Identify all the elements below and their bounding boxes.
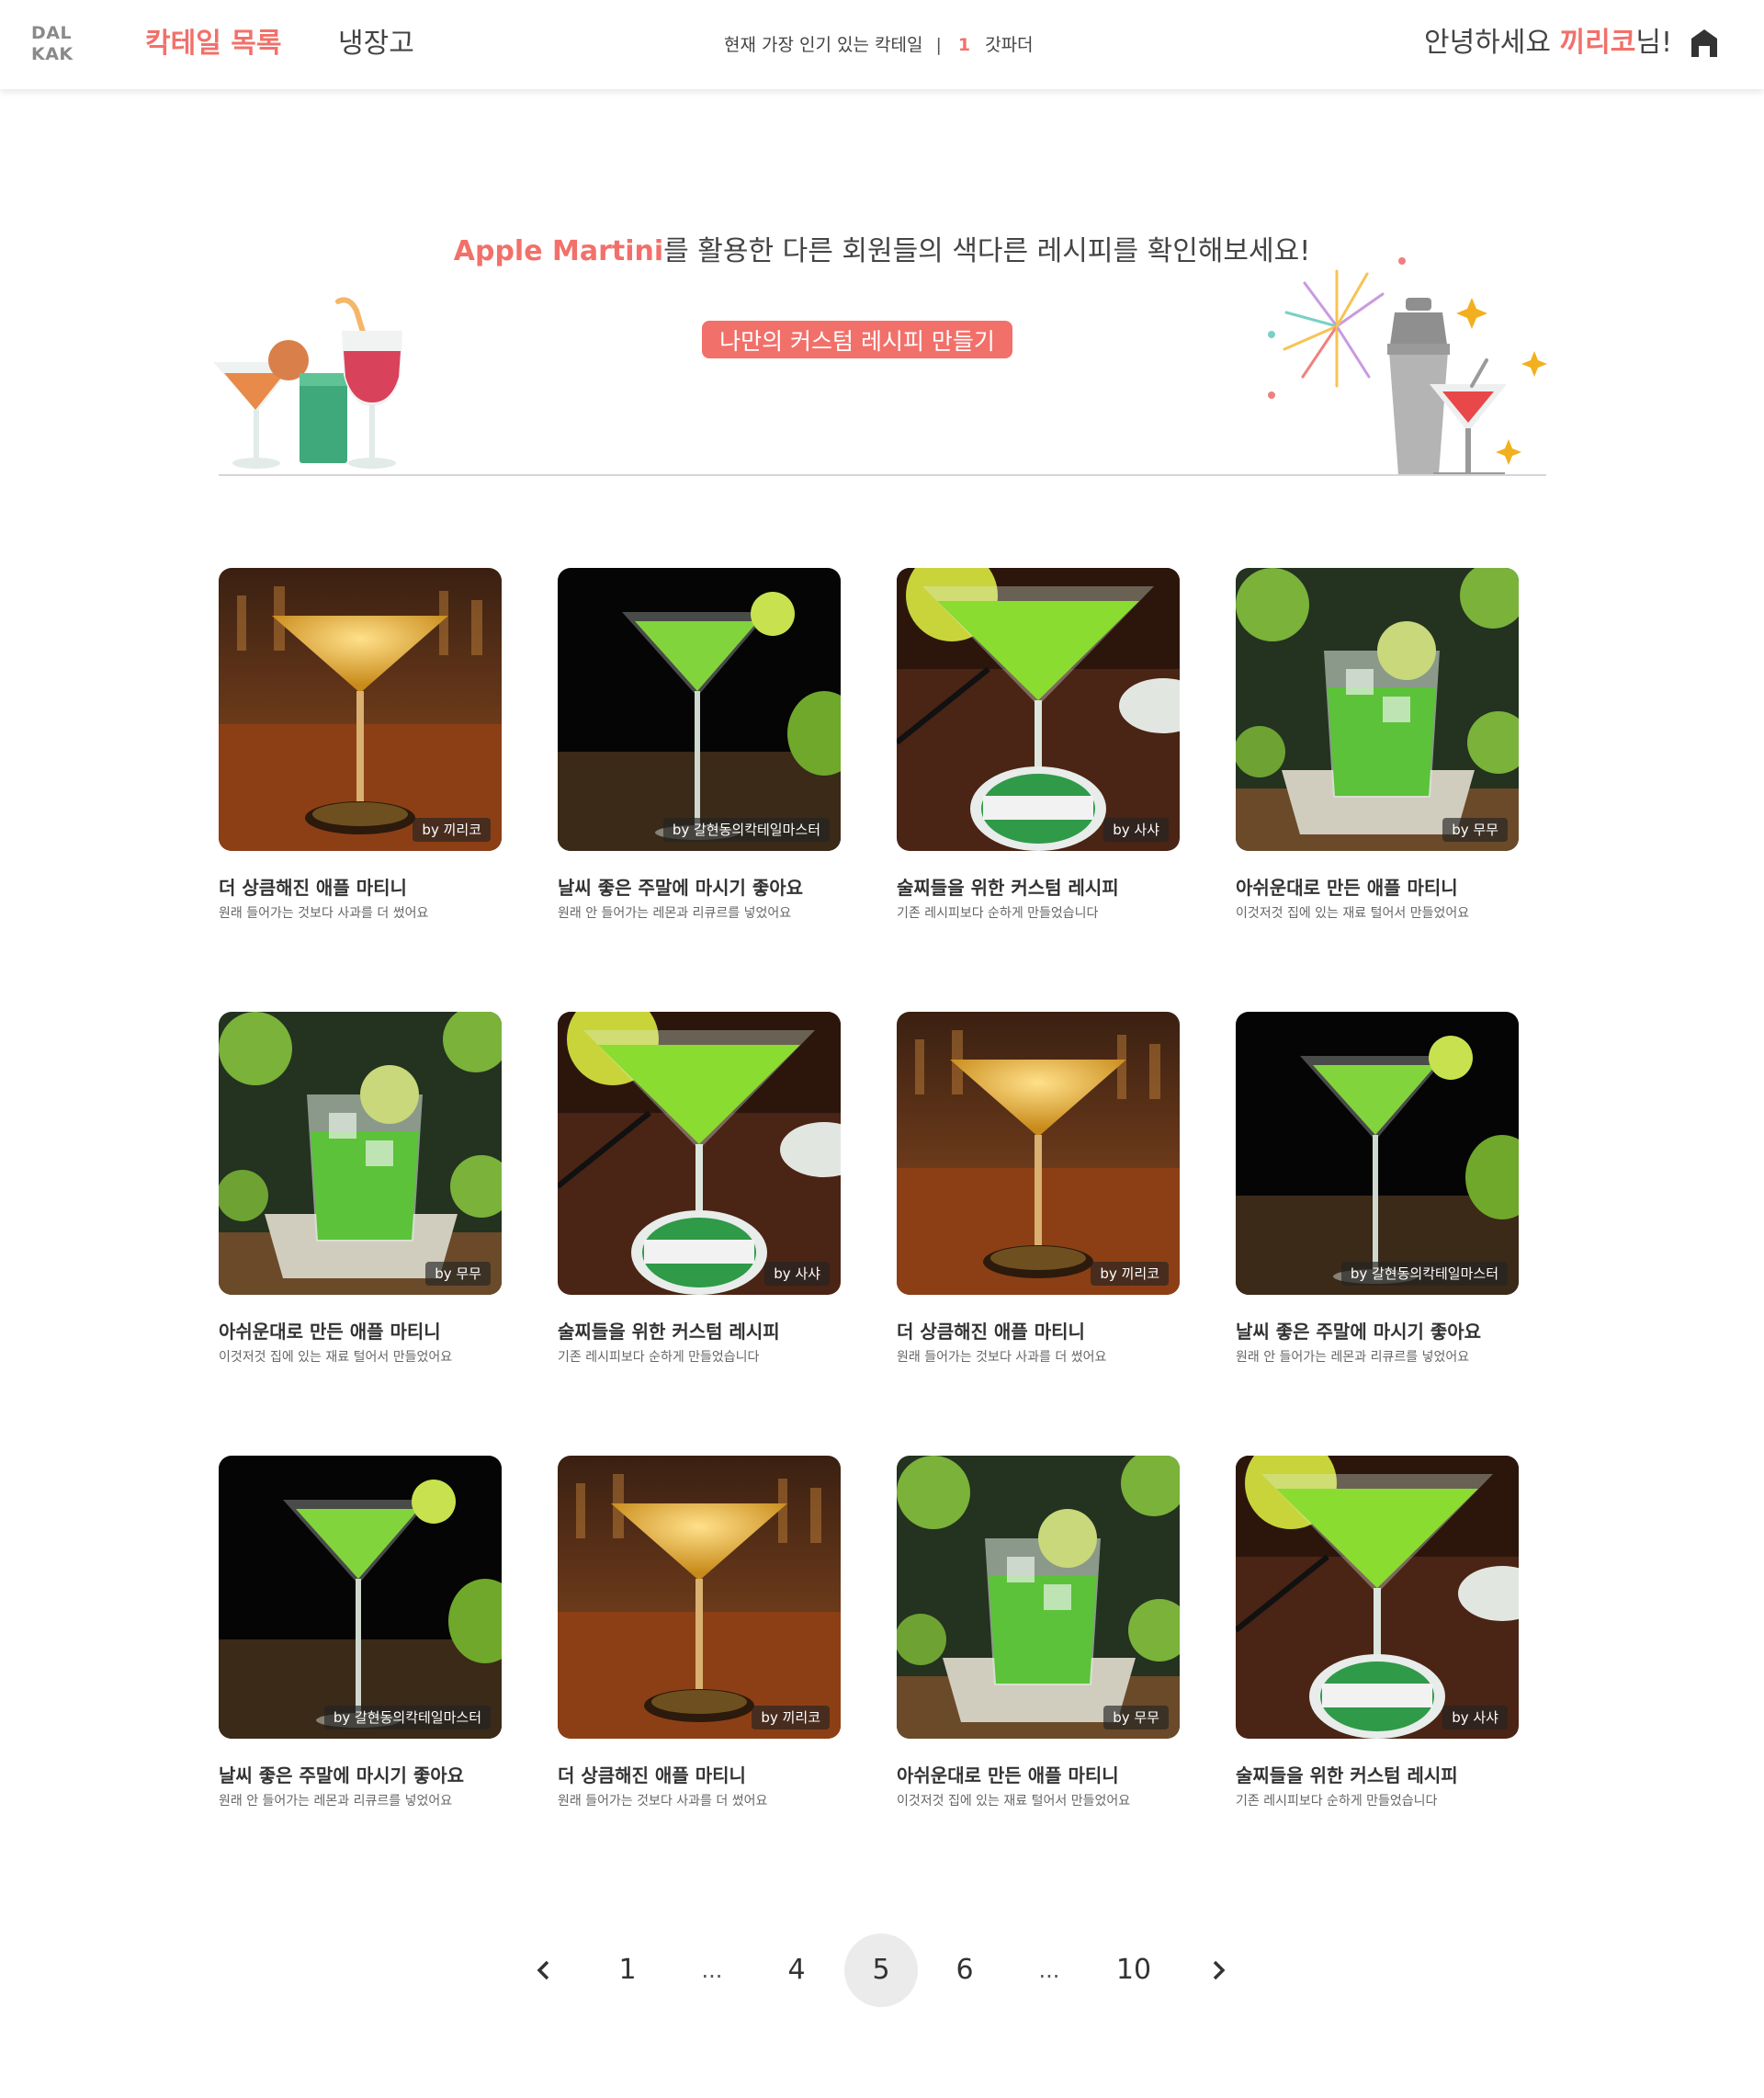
greeting-suffix: 님!	[1635, 27, 1672, 59]
recipe-card-description: 기존 레시피보다 순하게 만들었습니다	[558, 1350, 760, 1365]
recipe-card[interactable]: by 무무아쉬운대로 만든 애플 마티니이것저것 집에 있는 재료 털어서 만들…	[1236, 568, 1521, 923]
recipe-card-author: by 갈현동의칵테일마스터	[1340, 1262, 1508, 1286]
recipe-card-description: 이것저것 집에 있는 재료 털어서 만들었어요	[1236, 906, 1470, 921]
recipe-card-image[interactable]: by 갈현동의칵테일마스터	[219, 1456, 502, 1739]
recipe-card-author: by 무무	[1103, 1706, 1169, 1729]
logo-line-1: DAL	[31, 23, 73, 43]
recipe-card-author: by 갈현동의칵테일마스터	[323, 1706, 491, 1729]
recipe-card-author: by 사샤	[1442, 1706, 1508, 1729]
user-greeting: 안녕하세요 끼리코님!	[1424, 25, 1672, 62]
hero-divider	[219, 474, 1546, 476]
recipe-card-title[interactable]: 더 상큼해진 애플 마티니	[219, 875, 503, 901]
recipe-card[interactable]: by 끼리코더 상큼해진 애플 마티니원래 들어가는 것보다 사과를 더 썼어요	[897, 1012, 1182, 1367]
recipe-card-author: by 끼리코	[413, 818, 491, 842]
recipe-card-author: by 끼리코	[752, 1706, 830, 1729]
recipe-card-author: by 갈현동의칵테일마스터	[662, 818, 830, 842]
recipe-card-author: by 무무	[425, 1262, 491, 1286]
recipe-card-image[interactable]: by 갈현동의칵테일마스터	[558, 568, 841, 851]
recipe-card-title[interactable]: 아쉬운대로 만든 애플 마티니	[219, 1319, 503, 1344]
pagination-page[interactable]: 5	[844, 1934, 918, 2007]
chevron-left-icon	[537, 1960, 549, 1980]
recipe-card-image[interactable]: by 무무	[897, 1456, 1180, 1739]
recipe-card-description: 기존 레시피보다 순하게 만들었습니다	[897, 906, 1099, 921]
recipe-card-image[interactable]: by 끼리코	[897, 1012, 1180, 1295]
ticker-rank: 1	[957, 35, 971, 55]
recipe-card[interactable]: by 사샤술찌들을 위한 커스텀 레시피기존 레시피보다 순하게 만들었습니다	[1236, 1456, 1521, 1810]
recipe-card[interactable]: by 무무아쉬운대로 만든 애플 마티니이것저것 집에 있는 재료 털어서 만들…	[897, 1456, 1182, 1810]
recipe-card[interactable]: by 끼리코더 상큼해진 애플 마티니원래 들어가는 것보다 사과를 더 썼어요	[558, 1456, 842, 1810]
recipe-card-title[interactable]: 아쉬운대로 만든 애플 마티니	[897, 1763, 1182, 1788]
pagination-page[interactable]: 4	[760, 1934, 833, 2007]
ticker-cocktail-name: 갓파더	[985, 35, 1034, 55]
top-navbar: DAL KAK 칵테일 목록 냉장고 현재 가장 인기 있는 칵테일 | 1 갓…	[0, 0, 1764, 89]
recipe-card-title[interactable]: 날씨 좋은 주말에 마시기 좋아요	[219, 1763, 503, 1788]
recipe-card[interactable]: by 무무아쉬운대로 만든 애플 마티니이것저것 집에 있는 재료 털어서 만들…	[219, 1012, 503, 1367]
pagination-prev-button[interactable]	[507, 1934, 581, 2007]
recipe-card-description: 이것저것 집에 있는 재료 털어서 만들었어요	[219, 1350, 453, 1365]
pagination-page[interactable]: 1	[591, 1934, 664, 2007]
recipe-card[interactable]: by 사샤술찌들을 위한 커스텀 레시피기존 레시피보다 순하게 만들었습니다	[897, 568, 1182, 923]
pagination-ellipsis: ...	[1038, 1957, 1060, 1983]
chevron-right-icon	[1213, 1960, 1226, 1980]
recipe-card-author: by 끼리코	[1091, 1262, 1169, 1286]
recipe-card-author: by 무무	[1442, 818, 1508, 842]
nav-link-cocktail-list[interactable]: 칵테일 목록	[145, 26, 281, 62]
recipe-card-description: 기존 레시피보다 순하게 만들었습니다	[1236, 1794, 1438, 1809]
recipe-card-description: 원래 들어가는 것보다 사과를 더 썼어요	[219, 906, 429, 921]
recipe-card-author: by 사샤	[1103, 818, 1169, 842]
hero-cocktail-name: Apple Martini	[453, 235, 664, 267]
shaker-fireworks-illustration	[1259, 248, 1553, 478]
recipe-card-title[interactable]: 더 상큼해진 애플 마티니	[897, 1319, 1182, 1344]
recipe-card-author: by 사샤	[764, 1262, 830, 1286]
recipe-card-description: 원래 들어가는 것보다 사과를 더 썼어요	[558, 1794, 768, 1809]
recipe-card-image[interactable]: by 무무	[1236, 568, 1519, 851]
recipe-card[interactable]: by 갈현동의칵테일마스터날씨 좋은 주말에 마시기 좋아요원래 안 들어가는 …	[558, 568, 842, 923]
recipe-card[interactable]: by 갈현동의칵테일마스터날씨 좋은 주말에 마시기 좋아요원래 안 들어가는 …	[1236, 1012, 1521, 1367]
recipe-card-title[interactable]: 날씨 좋은 주말에 마시기 좋아요	[558, 875, 842, 901]
recipe-card[interactable]: by 사샤술찌들을 위한 커스텀 레시피기존 레시피보다 순하게 만들었습니다	[558, 1012, 842, 1367]
greeting-username[interactable]: 끼리코	[1560, 27, 1636, 59]
recipe-card[interactable]: by 갈현동의칵테일마스터날씨 좋은 주말에 마시기 좋아요원래 안 들어가는 …	[219, 1456, 503, 1810]
recipe-card-description: 원래 안 들어가는 레몬과 리큐르를 넣었어요	[219, 1794, 453, 1809]
cocktail-glasses-illustration	[211, 292, 413, 476]
recipe-card-image[interactable]: by 사샤	[897, 568, 1180, 851]
home-icon[interactable]	[1690, 28, 1718, 58]
ticker-label: 현재 가장 인기 있는 칵테일	[724, 35, 923, 55]
recipe-card-title[interactable]: 더 상큼해진 애플 마티니	[558, 1763, 842, 1788]
pagination-page[interactable]: 6	[928, 1934, 1001, 2007]
recipe-card-title[interactable]: 날씨 좋은 주말에 마시기 좋아요	[1236, 1319, 1521, 1344]
recipe-card-description: 이것저것 집에 있는 재료 털어서 만들었어요	[897, 1794, 1131, 1809]
recipe-card-image[interactable]: by 갈현동의칵테일마스터	[1236, 1012, 1519, 1295]
pagination: 1... 4 5 6... 10	[0, 1934, 1764, 2007]
create-custom-recipe-button[interactable]: 나만의 커스텀 레시피 만들기	[702, 321, 1012, 358]
nav-link-fridge[interactable]: 냉장고	[338, 26, 414, 62]
logo[interactable]: DAL KAK	[31, 23, 77, 65]
recipe-card-description: 원래 안 들어가는 레몬과 리큐르를 넣었어요	[558, 906, 792, 921]
pagination-next-button[interactable]	[1182, 1934, 1255, 2007]
ticker-separator: |	[935, 35, 942, 55]
pagination-ellipsis: ...	[701, 1957, 723, 1983]
recipe-card-image[interactable]: by 끼리코	[558, 1456, 841, 1739]
popular-ticker[interactable]: 현재 가장 인기 있는 칵테일 | 1 갓파더	[724, 31, 1034, 59]
recipe-card-image[interactable]: by 사샤	[1236, 1456, 1519, 1739]
hero-title-rest: 를 활용한 다른 회원들의 색다른 레시피를 확인해보세요!	[663, 235, 1311, 267]
greeting-prefix: 안녕하세요	[1424, 27, 1560, 59]
recipe-card[interactable]: by 끼리코더 상큼해진 애플 마티니원래 들어가는 것보다 사과를 더 썼어요	[219, 568, 503, 923]
recipe-card-title[interactable]: 아쉬운대로 만든 애플 마티니	[1236, 875, 1521, 901]
logo-line-2: KAK	[31, 44, 74, 64]
recipe-card-title[interactable]: 술찌들을 위한 커스텀 레시피	[1236, 1763, 1521, 1788]
recipe-card-title[interactable]: 술찌들을 위한 커스텀 레시피	[897, 875, 1182, 901]
recipe-card-image[interactable]: by 사샤	[558, 1012, 841, 1295]
pagination-page[interactable]: 10	[1097, 1934, 1170, 2007]
recipe-card-description: 원래 들어가는 것보다 사과를 더 썼어요	[897, 1350, 1107, 1365]
recipe-card-description: 원래 안 들어가는 레몬과 리큐르를 넣었어요	[1236, 1350, 1470, 1365]
recipe-card-title[interactable]: 술찌들을 위한 커스텀 레시피	[558, 1319, 842, 1344]
recipe-card-image[interactable]: by 무무	[219, 1012, 502, 1295]
recipe-card-image[interactable]: by 끼리코	[219, 568, 502, 851]
